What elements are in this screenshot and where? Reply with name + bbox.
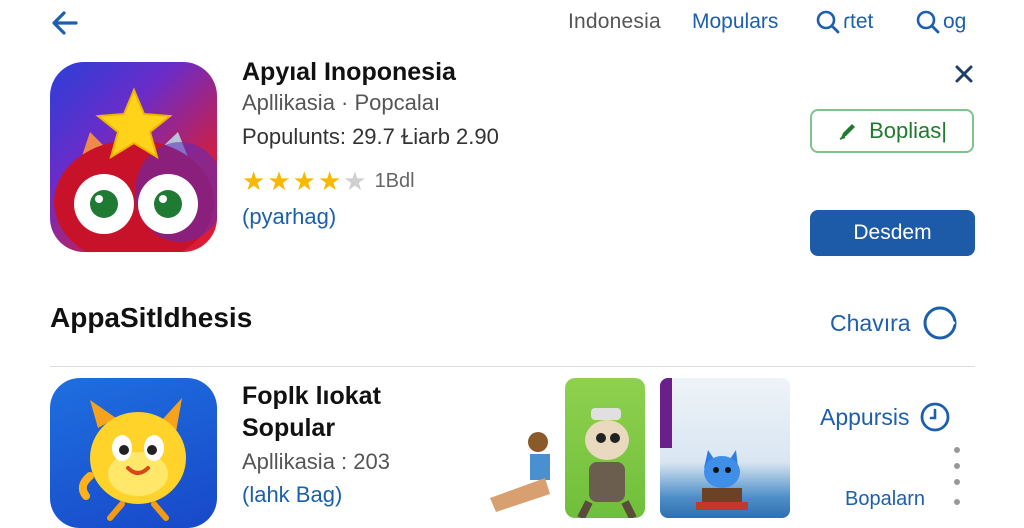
primary-action-button[interactable]: Desdem bbox=[810, 210, 975, 256]
featured-app-title: Apyıal Inoponesia bbox=[242, 58, 456, 86]
nav-indonesia[interactable]: Indonesia bbox=[568, 8, 661, 36]
side-action-button[interactable]: Appursis bbox=[820, 401, 951, 433]
back-button[interactable] bbox=[48, 6, 82, 40]
screenshot-figure bbox=[490, 432, 550, 512]
featured-app-rating: ★ ★ ★ ★ ★ 1Bdl bbox=[242, 166, 415, 197]
section-see-all-label: Chavıra bbox=[830, 309, 911, 336]
nav-search-secondary[interactable]: og bbox=[915, 8, 966, 36]
nav-populars[interactable]: Mopulars bbox=[692, 8, 778, 36]
close-icon bbox=[955, 65, 973, 83]
nav-search-primary[interactable]: ɾtet bbox=[815, 8, 873, 36]
search-icon bbox=[816, 10, 840, 34]
second-app-title-line1: Foplk lıokat bbox=[242, 382, 381, 410]
edit-icon bbox=[839, 124, 856, 140]
second-app-title-line2: Sopular bbox=[242, 414, 336, 442]
side-action-label: Appursis bbox=[820, 403, 910, 430]
star-icon: ★ bbox=[317, 166, 342, 196]
second-app-title: Foplk lıokat Sopular bbox=[242, 380, 381, 444]
nav-indonesia-label: Indonesia bbox=[568, 10, 661, 33]
featured-app-subtitle: Apllikasia · Popcalaı bbox=[242, 90, 441, 115]
rating-count: 1Bdl bbox=[374, 170, 415, 192]
back-arrow-icon bbox=[52, 11, 78, 35]
star-icon: ★ bbox=[267, 166, 291, 196]
star-icon: ★ bbox=[242, 166, 266, 196]
outline-action-label: Boplias| bbox=[869, 118, 947, 143]
star-empty-icon: ★ bbox=[343, 166, 367, 196]
nav-search-secondary-label: og bbox=[943, 10, 967, 33]
screenshot-thumbnail[interactable] bbox=[660, 378, 790, 518]
monster-mascot-icon bbox=[54, 87, 217, 252]
search-icon bbox=[916, 10, 940, 34]
chick-mascot-icon bbox=[78, 398, 186, 521]
primary-action-label: Desdem bbox=[853, 221, 932, 244]
chevron-circle-icon bbox=[923, 306, 957, 340]
second-app-subtitle: Apllikasia : 203 bbox=[242, 449, 390, 474]
second-app-link[interactable]: (lahk Bag) bbox=[242, 482, 342, 508]
section-title: AppaSitldhesis bbox=[50, 302, 253, 333]
clock-icon bbox=[921, 402, 950, 432]
outline-action-button[interactable]: Boplias| bbox=[810, 109, 974, 153]
more-vert-icon bbox=[954, 447, 960, 505]
star-icon: ★ bbox=[292, 166, 316, 196]
section-see-all[interactable]: Chavıra bbox=[830, 304, 959, 342]
screenshot-character bbox=[577, 408, 637, 518]
screenshot-thumbnail[interactable] bbox=[490, 378, 550, 518]
featured-app-icon[interactable] bbox=[50, 62, 217, 252]
screenshot-scene bbox=[660, 378, 748, 510]
side-secondary-link[interactable]: Bopalarn bbox=[845, 488, 925, 511]
divider bbox=[50, 366, 975, 367]
close-button[interactable] bbox=[948, 58, 980, 90]
featured-app-link[interactable]: (pyarhag) bbox=[242, 204, 336, 230]
more-options-button[interactable] bbox=[953, 446, 961, 510]
nav-search-primary-label: ɾtet bbox=[843, 10, 874, 33]
second-app-icon[interactable] bbox=[50, 378, 217, 528]
featured-app-populants: Populunts: 29.7 Ɫiarb 2.90 bbox=[242, 124, 499, 149]
nav-populars-label: Mopulars bbox=[692, 10, 779, 33]
screenshot-thumbnail[interactable] bbox=[565, 378, 645, 518]
